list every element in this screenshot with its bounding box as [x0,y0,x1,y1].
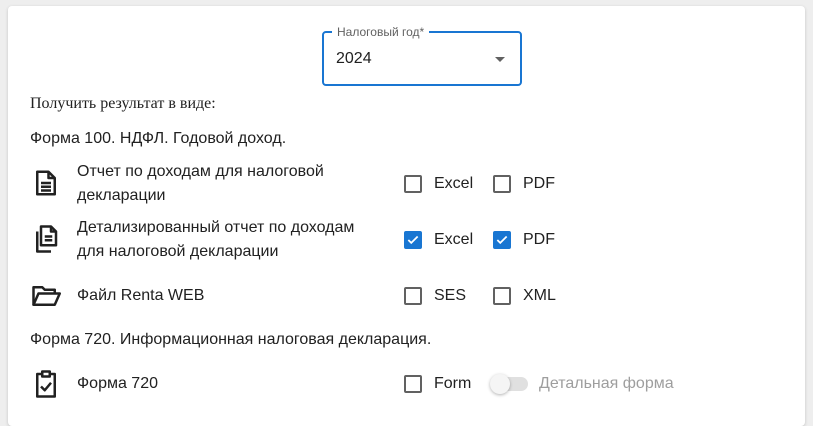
tax-year-label: Налоговый год* [332,24,430,40]
checkbox-box[interactable] [404,175,422,193]
report-label: Детализированный отчет по доходам для на… [77,219,355,260]
report-label: Форма 720 [77,375,158,392]
checkbox-box-checked[interactable] [404,231,422,249]
section-title-form-100: Форма 100. НДФЛ. Годовой доход. [30,130,287,147]
result-format-label: Получить результат в виде: [30,95,216,112]
switch-thumb [490,374,510,394]
checkbox-xml[interactable]: XML [493,284,556,308]
dropdown-arrow-icon [495,57,505,62]
checkbox-excel[interactable]: Excel [404,228,473,252]
report-label: Файл Renta WEB [77,287,205,304]
checkbox-box[interactable] [404,375,422,393]
checkbox-box-checked[interactable] [493,231,511,249]
section-title-form-720: Форма 720. Информационная налоговая декл… [30,331,432,348]
check-icon [496,235,508,245]
checkbox-pdf[interactable]: PDF [493,228,555,252]
checkbox-excel[interactable]: Excel [404,172,473,196]
tax-year-value: 2024 [336,50,372,67]
check-icon [407,235,419,245]
folder-open-icon [31,281,61,311]
checkbox-box[interactable] [404,287,422,305]
document-icon [31,168,61,198]
checkbox-pdf[interactable]: PDF [493,172,555,196]
checkbox-box[interactable] [493,175,511,193]
detailed-form-label: Детальная форма [539,375,674,392]
clipboard-check-icon [31,369,61,399]
checkbox-box[interactable] [493,287,511,305]
documents-copy-icon [31,224,61,254]
detailed-form-switch[interactable] [490,372,528,396]
checkbox-form[interactable]: Form [404,372,471,396]
checkbox-ses[interactable]: SES [404,284,466,308]
report-label: Отчет по доходам для налоговой деклараци… [77,163,324,204]
tax-year-select[interactable]: Налоговый год* 2024 [322,24,522,86]
